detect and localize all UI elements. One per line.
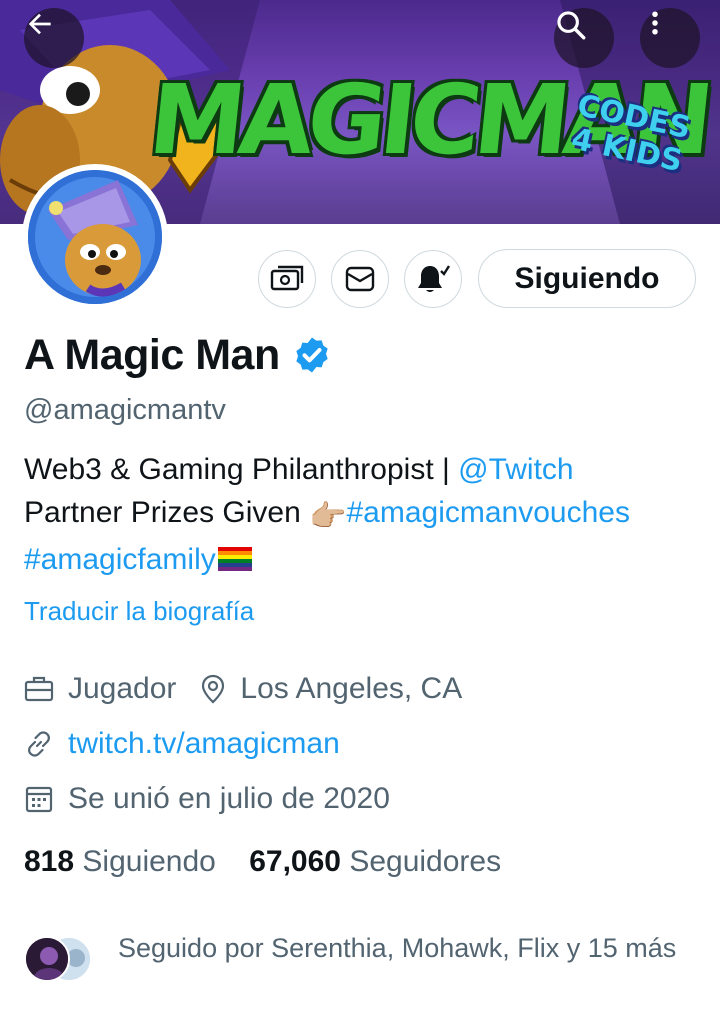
bio-line-2: Partner Prizes Given 👉🏼#amagicmanvouches: [24, 491, 704, 538]
location-pin-icon: [202, 674, 225, 704]
money-icon: [270, 265, 304, 291]
profile-meta-row-3: Se unió en julio de 2020: [24, 782, 390, 816]
profile-website-link[interactable]: twitch.tv/amagicman: [68, 727, 340, 761]
more-vertical-icon: [652, 11, 658, 35]
arrow-left-icon: [28, 13, 51, 35]
name-row: A Magic Man: [24, 327, 332, 383]
followed-by-text: Seguido por Serenthia, Mohawk, Flix y 15…: [118, 933, 677, 963]
bio-line-3: #amagicfamily 🏳️‍🌈: [24, 538, 704, 581]
pointing-hand-emoji: 👉🏼: [309, 500, 347, 533]
message-button[interactable]: [331, 250, 389, 308]
following-label: Siguiendo: [82, 845, 216, 878]
rainbow-flag-emoji: [217, 547, 252, 571]
following-stat[interactable]: 818 Siguiendo: [24, 845, 216, 878]
verified-badge-icon[interactable]: [292, 335, 332, 375]
profile-avatar[interactable]: [22, 164, 168, 310]
profile-bio: Web3 & Gaming Philanthropist | @Twitch P…: [24, 448, 704, 581]
bio-mention-twitch[interactable]: @Twitch: [458, 453, 573, 486]
profile-meta-row-1: Jugador Los Angeles, CA: [24, 672, 462, 706]
search-button[interactable]: [554, 8, 614, 68]
follow-stats: 818 Siguiendo 67,060 Seguidores: [24, 845, 501, 879]
profile-join-date: Se unió en julio de 2020: [68, 782, 390, 815]
followed-by-avatars: [24, 936, 94, 986]
follower-avatar: [24, 936, 70, 982]
briefcase-icon: [24, 676, 54, 702]
followers-stat[interactable]: 67,060 Seguidores: [249, 845, 501, 878]
bio-text-2: Partner Prizes Given: [24, 496, 310, 529]
bell-check-icon: [418, 265, 450, 292]
following-button[interactable]: Siguiendo: [478, 249, 696, 308]
back-button[interactable]: [24, 8, 84, 68]
link-icon: [28, 731, 50, 757]
bio-hashtag-amagicmanvouches[interactable]: #amagicmanvouches: [346, 496, 630, 529]
subscriptions-button[interactable]: [258, 250, 316, 308]
bio-hashtag-amagicfamily[interactable]: #amagicfamily: [24, 543, 216, 576]
avatar-image: [28, 170, 162, 304]
followers-label: Seguidores: [349, 845, 502, 878]
envelope-icon: [345, 266, 375, 292]
profile-meta-row-2: twitch.tv/amagicman: [24, 727, 340, 761]
bio-text-1: Web3 & Gaming Philanthropist |: [24, 453, 459, 486]
calendar-icon: [25, 786, 53, 813]
search-icon: [557, 11, 586, 40]
followers-count: 67,060: [249, 845, 341, 878]
profile-category: Jugador: [68, 672, 177, 705]
profile-location: Los Angeles, CA: [240, 672, 463, 705]
wizard-dog-avatar-art: [28, 170, 162, 304]
bio-line-1: Web3 & Gaming Philanthropist | @Twitch: [24, 448, 704, 491]
display-name: A Magic Man: [24, 330, 280, 379]
more-options-button[interactable]: [640, 8, 700, 68]
translate-bio-link[interactable]: Traducir la biografía: [24, 596, 254, 627]
notifications-button[interactable]: [404, 250, 462, 308]
following-count: 818: [24, 845, 75, 878]
user-handle: @amagicmantv: [24, 394, 226, 426]
